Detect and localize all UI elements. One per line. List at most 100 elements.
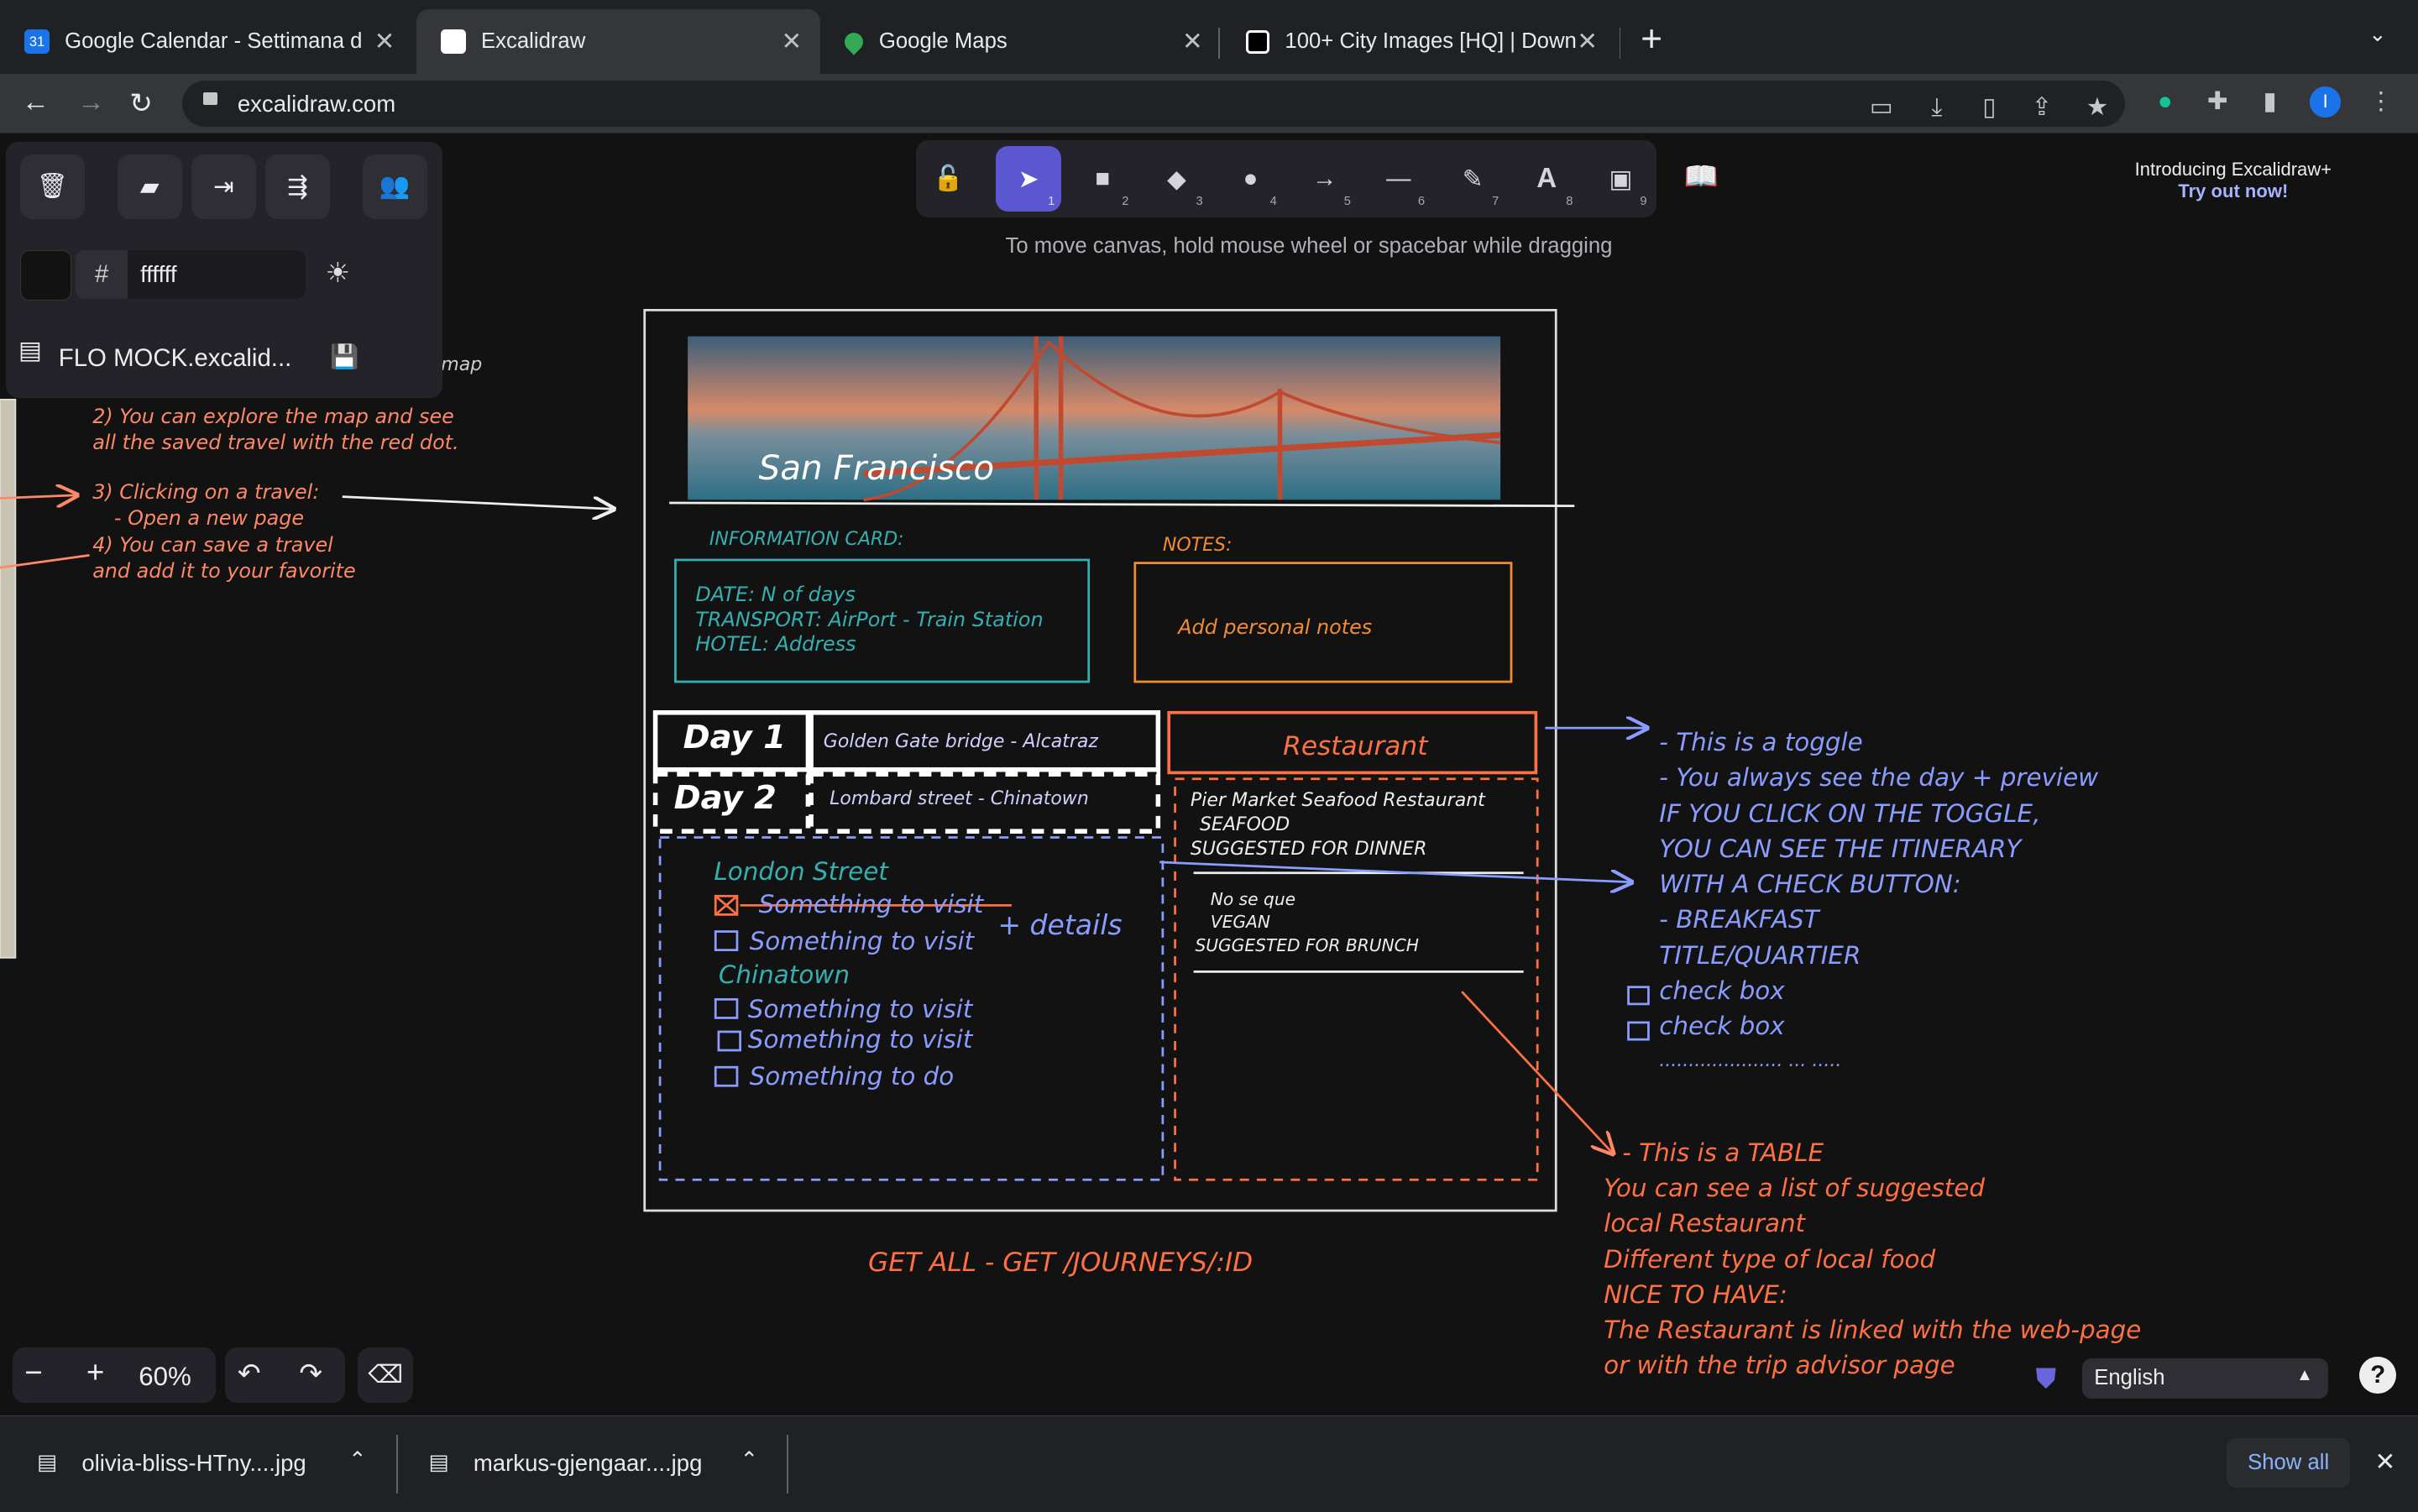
draw-tool[interactable]: ✎ 7 bbox=[1440, 146, 1505, 211]
annotation-line: The Restaurant is linked with the web-pa… bbox=[1604, 1316, 2142, 1345]
cast-icon[interactable]: ▭ bbox=[1866, 92, 1897, 123]
extensions-puzzle-icon[interactable]: ✚ bbox=[2202, 86, 2233, 118]
eraser-icon[interactable]: ⌫ bbox=[358, 1347, 414, 1404]
promo-link[interactable]: Try out now! bbox=[2135, 180, 2332, 202]
annotation-line: TITLE/QUARTIER bbox=[1659, 940, 1861, 970]
chevron-up-icon[interactable]: ⌃ bbox=[348, 1447, 367, 1473]
line-tool[interactable]: —6 bbox=[1366, 146, 1431, 211]
lock-tool-button[interactable]: 🔓 bbox=[919, 146, 978, 211]
info-line-date: DATE: N of days bbox=[695, 583, 856, 607]
unsplash-icon bbox=[1246, 29, 1270, 54]
zoom-level[interactable]: 60% bbox=[139, 1362, 191, 1392]
language-select[interactable]: English ▲ bbox=[2081, 1358, 2329, 1399]
annotation-line: WITH A CHECK BUTTON: bbox=[1659, 870, 1961, 899]
lock-icon bbox=[203, 92, 217, 105]
close-tab-icon[interactable]: ✕ bbox=[1577, 27, 1598, 56]
annotation-line: NICE TO HAVE: bbox=[1604, 1279, 1787, 1309]
file-icon: ▤ bbox=[37, 1451, 58, 1475]
note-line: 2) You can explore the map and see bbox=[92, 405, 454, 429]
annotation-line: ..................... ... ..... bbox=[1659, 1050, 1842, 1072]
note-fragment: map bbox=[441, 354, 483, 376]
rectangle-tool[interactable]: ■ 2 bbox=[1070, 146, 1135, 211]
export-file-icon: ⇥ bbox=[212, 172, 234, 201]
shortcut-number: 8 bbox=[1566, 194, 1573, 208]
left-notes: 2) You can explore the map and see all t… bbox=[92, 404, 458, 584]
grammarly-icon[interactable]: ● bbox=[2149, 86, 2180, 118]
profile-avatar[interactable]: I bbox=[2310, 86, 2342, 118]
library-book-icon[interactable]: 📖 bbox=[1684, 160, 1719, 193]
redo-icon[interactable]: ↷ bbox=[299, 1357, 322, 1390]
close-tab-icon[interactable]: ✕ bbox=[374, 27, 395, 56]
zoom-out-button[interactable]: − bbox=[24, 1355, 42, 1390]
annotation-line: You can see a list of suggested bbox=[1604, 1174, 1985, 1203]
chevron-up-icon[interactable]: ⌃ bbox=[741, 1447, 759, 1473]
text-tool[interactable]: A8 bbox=[1515, 146, 1579, 211]
hash-label: # bbox=[75, 249, 128, 300]
restaurant-header: Restaurant bbox=[1283, 730, 1428, 761]
folder-open-icon: ▰ bbox=[139, 172, 160, 201]
undo-icon[interactable]: ↶ bbox=[238, 1357, 261, 1390]
file-icon: ▤ bbox=[428, 1451, 449, 1475]
tab-city-images[interactable]: 100+ City Images [HQ] | Downl ✕ bbox=[1222, 9, 1616, 74]
side-panel-icon[interactable]: ▮ bbox=[2254, 86, 2285, 118]
new-tab-button[interactable]: + bbox=[1641, 18, 1662, 60]
zoom-in-button[interactable]: + bbox=[86, 1355, 104, 1390]
canvas-actions-panel: 🗑 ▰ ⇥ ⇶ 👥 # ffffff ☀ ▤ FLO MOCK.excalid.… bbox=[6, 141, 443, 398]
reload-icon[interactable]: ↻ bbox=[129, 86, 153, 120]
arrow-tool[interactable]: → 5 bbox=[1292, 146, 1357, 211]
address-bar[interactable]: excalidraw.com ▭ ⤓ ▯ ⇪ ★ bbox=[181, 80, 2125, 127]
tab-search-chevron-icon[interactable]: ⌄ bbox=[2368, 22, 2387, 47]
tab-separator bbox=[1619, 28, 1621, 59]
checkbox bbox=[714, 1065, 739, 1087]
background-color-swatch[interactable] bbox=[19, 249, 71, 301]
url-text[interactable]: excalidraw.com bbox=[238, 91, 395, 118]
close-tab-icon[interactable]: ✕ bbox=[1182, 27, 1203, 56]
day1-description: Golden Gate bridge - Alcatraz bbox=[823, 730, 1098, 752]
shortcut-number: 9 bbox=[1640, 194, 1647, 208]
install-icon[interactable]: ⤓ bbox=[1922, 92, 1953, 123]
live-collaboration-button[interactable]: 👥 bbox=[362, 154, 427, 219]
kebab-menu-icon[interactable]: ⋮ bbox=[2365, 86, 2396, 118]
restaurant-suggestion: SUGGESTED FOR BRUNCH bbox=[1195, 935, 1419, 956]
diamond-tool[interactable]: ◆ 3 bbox=[1144, 146, 1209, 211]
open-button[interactable]: ▰ bbox=[117, 154, 182, 219]
shield-icon[interactable]: ⛊ bbox=[2035, 1363, 2056, 1395]
page-info-icon[interactable]: ▯ bbox=[1974, 92, 2005, 123]
forward-arrow-icon[interactable]: → bbox=[77, 86, 105, 118]
save-icon[interactable]: 💾 bbox=[330, 343, 359, 370]
tab-google-maps[interactable]: Google Maps ✕ bbox=[820, 9, 1222, 74]
share-icon[interactable]: ⇪ bbox=[2026, 92, 2057, 123]
download-item[interactable]: markus-gjengaar....jpg bbox=[474, 1450, 703, 1477]
bookmark-star-icon[interactable]: ★ bbox=[2082, 92, 2113, 123]
restaurant-name: Pier Market Seafood Restaurant bbox=[1190, 789, 1485, 811]
excalidraw-plus-promo[interactable]: Introducing Excalidraw+ Try out now! bbox=[2135, 159, 2332, 202]
line-icon: — bbox=[1386, 165, 1411, 193]
ellipse-tool[interactable]: ● 4 bbox=[1218, 146, 1283, 211]
clear-canvas-button[interactable]: 🗑 bbox=[19, 154, 85, 219]
back-arrow-icon[interactable]: ← bbox=[22, 86, 50, 118]
calendar-icon: 31 bbox=[24, 29, 50, 55]
selection-tool[interactable]: ➤ 1 bbox=[996, 146, 1061, 212]
theme-toggle-sun-icon[interactable]: ☀ bbox=[326, 256, 351, 290]
export-image-button[interactable]: ⇶ bbox=[264, 154, 331, 219]
tab-title: Google Maps bbox=[878, 29, 1008, 54]
download-item[interactable]: olivia-bliss-HTny....jpg bbox=[81, 1450, 306, 1477]
dropdown-caret-icon: ▲ bbox=[2296, 1366, 2314, 1385]
tab-excalidraw[interactable]: Excalidraw ✕ bbox=[416, 9, 821, 75]
info-card-label: INFORMATION CARD: bbox=[709, 528, 904, 550]
close-tab-icon[interactable]: ✕ bbox=[781, 27, 802, 56]
background-color-input[interactable]: ffffff bbox=[128, 249, 306, 300]
info-card-content: DATE: N of days TRANSPORT: AirPort - Tra… bbox=[695, 583, 1043, 657]
itinerary-street-1: London Street bbox=[714, 857, 888, 887]
pencil-icon: ✎ bbox=[1462, 165, 1484, 193]
close-download-bar-button[interactable]: ✕ bbox=[2375, 1447, 2396, 1477]
image-tool[interactable]: ▣ 9 bbox=[1588, 146, 1653, 211]
file-name[interactable]: FLO MOCK.excalid... bbox=[59, 344, 292, 373]
show-all-button[interactable]: Show all bbox=[2227, 1437, 2351, 1488]
save-to-button[interactable]: ⇥ bbox=[191, 154, 256, 219]
note-line: and add it to your favorite bbox=[92, 558, 356, 583]
tab-google-calendar[interactable]: 31 Google Calendar - Settimana d ✕ bbox=[0, 9, 413, 74]
note-line: 3) Clicking on a travel: bbox=[92, 480, 320, 505]
restaurant-name: No se que bbox=[1210, 888, 1296, 909]
shortcut-number: 7 bbox=[1492, 194, 1499, 208]
